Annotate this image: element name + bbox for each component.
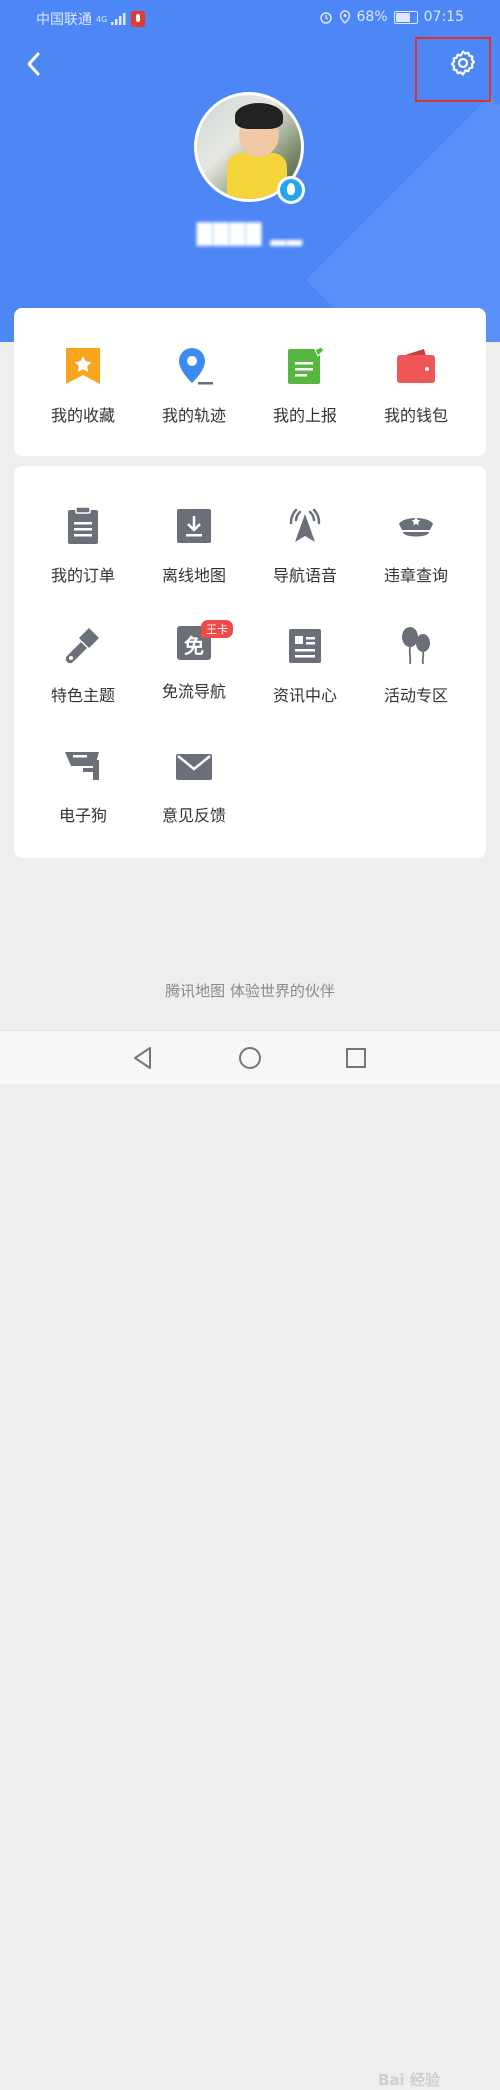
menu-themes[interactable]: 特色主题	[24, 626, 142, 706]
menu-label: 离线地图	[161, 566, 226, 585]
watermark: Bai 经验	[378, 2071, 440, 2089]
order-clipboard-icon	[68, 506, 98, 544]
battery-icon	[393, 10, 418, 24]
menu-label: 资讯中心	[272, 686, 337, 705]
menu-label: 我的收藏	[50, 406, 115, 425]
menu-events[interactable]: 活动专区	[357, 626, 475, 706]
menu-wallet[interactable]: 我的钱包	[357, 346, 475, 426]
wallet-icon	[397, 349, 435, 383]
footer-slogan: 腾讯地图 体验世界的伙伴	[165, 982, 335, 1000]
menu-label: 导航语音	[272, 566, 337, 585]
wangka-badge: 王卡	[201, 620, 233, 638]
qq-badge-icon	[277, 176, 305, 204]
menu-label: 免流导航	[161, 682, 226, 701]
menu-orders[interactable]: 我的订单	[24, 506, 142, 586]
menu-feedback[interactable]: 意见反馈	[135, 746, 253, 826]
menu-label: 我的轨迹	[161, 406, 226, 425]
menu-violations[interactable]: 违章查询	[357, 506, 475, 586]
balloons-icon	[402, 627, 430, 665]
mic-icon	[131, 11, 146, 27]
menu-report[interactable]: 我的上报	[246, 346, 364, 426]
nav-back-icon[interactable]	[130, 1045, 156, 1071]
nav-home-icon[interactable]	[237, 1045, 263, 1071]
report-icon	[288, 346, 325, 384]
camera-icon	[65, 752, 99, 780]
menu-free-data-nav[interactable]: 免 王卡 免流导航	[135, 620, 253, 702]
download-icon	[177, 509, 211, 543]
avatar-hair	[235, 103, 283, 129]
back-arrow-icon[interactable]	[22, 50, 48, 78]
location-pin-icon	[179, 348, 213, 385]
menu-label: 我的钱包	[383, 406, 448, 425]
menu-label: 意见反馈	[161, 806, 226, 825]
feature-menu-card: 我的订单 离线地图 导航语音 违章查询 特色主题 免 王卡 免流导航 资讯中心 …	[14, 466, 486, 858]
quick-menu-card: 我的收藏 我的轨迹 我的上报 我的钱包	[14, 308, 486, 456]
carrier-label: 中国联通	[36, 12, 92, 28]
signal-icon	[111, 13, 126, 25]
menu-news[interactable]: 资讯中心	[246, 626, 364, 706]
username: ████ ▂▂	[196, 222, 304, 246]
menu-label: 我的上报	[272, 406, 337, 425]
status-bar: 中国联通 4G 68% 07:15	[0, 0, 500, 36]
menu-label: 违章查询	[383, 566, 448, 585]
menu-label: 活动专区	[383, 686, 448, 705]
system-nav-bar: Bai 经验	[0, 1030, 500, 2089]
news-icon	[289, 629, 321, 663]
police-cap-icon	[399, 517, 433, 537]
menu-label: 特色主题	[50, 686, 115, 705]
paint-brush-icon	[65, 628, 99, 664]
nav-recents-icon[interactable]	[343, 1045, 369, 1071]
menu-track[interactable]: 我的轨迹	[135, 346, 253, 426]
battery-percent: 68%	[356, 9, 388, 25]
bookmark-star-icon	[66, 348, 100, 384]
menu-label: 我的订单	[50, 566, 115, 585]
menu-nav-voice[interactable]: 导航语音	[246, 506, 364, 586]
menu-speed-camera[interactable]: 电子狗	[24, 746, 142, 826]
mail-icon	[176, 754, 212, 780]
menu-offline-map[interactable]: 离线地图	[135, 506, 253, 586]
settings-highlight-box	[415, 37, 491, 102]
navigation-voice-icon	[289, 508, 321, 542]
network-label: 4G	[96, 14, 108, 24]
clock-time: 07:15	[423, 9, 464, 25]
header-decoration	[306, 96, 500, 342]
menu-favorites[interactable]: 我的收藏	[24, 346, 142, 426]
menu-label: 电子狗	[58, 806, 107, 825]
alarm-icon	[319, 12, 332, 24]
location-icon	[339, 10, 350, 24]
